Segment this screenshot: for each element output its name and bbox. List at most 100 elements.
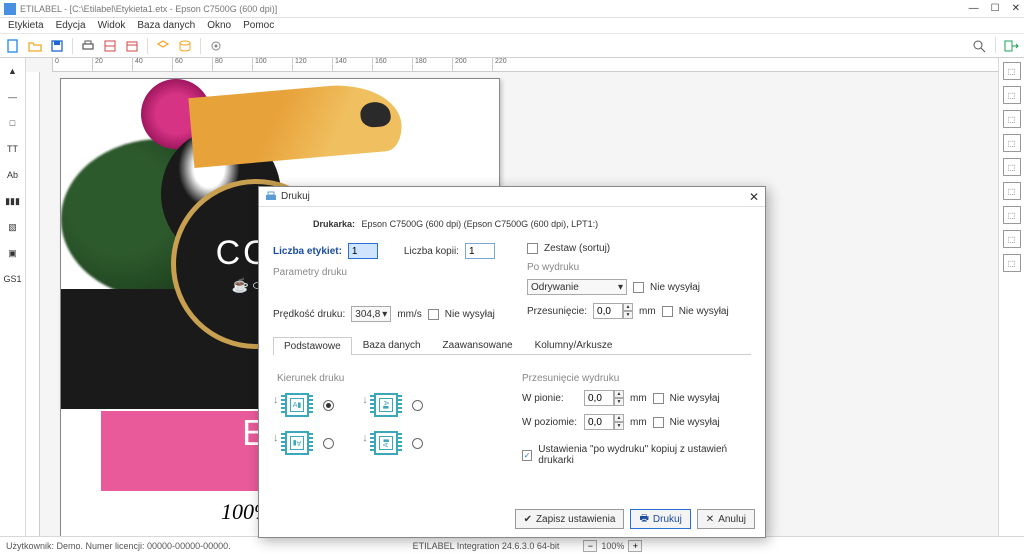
exit-button[interactable] (1002, 37, 1020, 55)
settings-button[interactable] (207, 37, 225, 55)
close-icon: ✕ (706, 514, 714, 525)
zoom-tool-button[interactable] (971, 37, 989, 55)
save-settings-button[interactable]: ✔Zapisz ustawienia (515, 509, 625, 529)
align-right-button[interactable]: ⬚ (1003, 110, 1021, 128)
calendar-button[interactable] (123, 37, 141, 55)
vertical-ruler (26, 72, 40, 536)
copy-settings-label: Ustawienia "po wydruku" kopiuj z ustawie… (538, 444, 747, 466)
print-button[interactable] (79, 37, 97, 55)
menu-okno[interactable]: Okno (207, 20, 231, 31)
align-middle-button[interactable]: ⬚ (1003, 158, 1021, 176)
speed-dont-send-checkbox[interactable] (428, 309, 439, 320)
copies-input[interactable] (465, 243, 495, 259)
distribute-v-button[interactable]: ⬚ (1003, 230, 1021, 248)
printer-value: Epson C7500G (600 dpi) (Epson C7500G (60… (362, 219, 599, 229)
dialog-tabs: Podstawowe Baza danych Zaawansowane Kolu… (273, 336, 751, 355)
close-button[interactable]: ✕ (1012, 3, 1020, 14)
horizontal-ruler: 020406080100120140160180200220 (52, 58, 998, 72)
align-top-button[interactable]: ⬚ (1003, 134, 1021, 152)
speed-label: Prędkość druku: (273, 309, 345, 320)
offset-label: Przesunięcie: (527, 306, 587, 317)
printer-small-icon: 🖶 (639, 511, 648, 528)
align-left-button[interactable]: ⬚ (1003, 62, 1021, 80)
vshift-label: W pionie: (522, 393, 578, 404)
collate-label: Zestaw (sortuj) (544, 243, 610, 254)
after-mode-select[interactable]: Odrywanie▾ (527, 279, 627, 295)
status-user: Użytkownik: Demo. Numer licencji: 00000-… (6, 541, 231, 551)
cancel-button[interactable]: ✕Anuluj (697, 509, 755, 529)
database-button[interactable] (176, 37, 194, 55)
after-dont-send-checkbox[interactable] (633, 282, 644, 293)
collate-checkbox[interactable] (527, 243, 538, 254)
new-file-button[interactable] (4, 37, 22, 55)
label-count-input[interactable] (348, 243, 378, 259)
speed-select[interactable]: 304,8▾ (351, 306, 391, 322)
group-button[interactable]: ⬚ (1003, 254, 1021, 272)
zoom-control: − 100% + (583, 540, 642, 552)
open-file-button[interactable] (26, 37, 44, 55)
zoom-in-button[interactable]: + (628, 540, 642, 552)
text-tool[interactable]: TT (3, 140, 23, 158)
title-bar: ETILABEL - [C:\Etilabel\Etykieta1.etx - … (0, 0, 1024, 18)
save-file-button[interactable] (48, 37, 66, 55)
label-count-label: Liczba etykiet: (273, 246, 342, 257)
select-tool[interactable]: ▲ (3, 62, 23, 80)
params-header: Parametry druku (273, 267, 497, 278)
paragraph-tool[interactable]: Ab (3, 166, 23, 184)
direction-header: Kierunek druku (277, 373, 502, 384)
printer-info: Drukarka: Epson C7500G (600 dpi) (Epson … (313, 219, 751, 229)
printer-icon (265, 191, 277, 203)
shift-header: Przesunięcie wydruku (522, 373, 747, 384)
menu-pomoc[interactable]: Pomoc (243, 20, 274, 31)
direction-radio-1[interactable] (323, 400, 334, 411)
offset-spinner[interactable]: ▲▼ (593, 303, 633, 319)
offset-dont-send-label: Nie wysyłaj (679, 306, 729, 317)
direction-radio-2[interactable] (412, 400, 423, 411)
offset-dont-send-checkbox[interactable] (662, 306, 673, 317)
tab-content: Kierunek druku ↓A▮ ↓A▮ ↓A▮ ↓A▮ Przesunię… (273, 355, 751, 478)
menu-baza-danych[interactable]: Baza danych (137, 20, 195, 31)
direction-icon-4: ↓A▮ (366, 428, 406, 458)
status-app: ETILABEL Integration 24.6.3.0 64-bit (413, 541, 560, 551)
hshift-dont-send-checkbox[interactable] (653, 417, 664, 428)
layers-button[interactable] (154, 37, 172, 55)
tab-kolumny-arkusze[interactable]: Kolumny/Arkusze (524, 336, 624, 354)
image-tool[interactable]: ▧ (3, 218, 23, 236)
direction-icon-2: ↓A▮ (366, 390, 406, 420)
menu-bar: Etykieta Edycja Widok Baza danych Okno P… (0, 18, 1024, 34)
hshift-label: W poziomie: (522, 417, 578, 428)
gs1-tool[interactable]: GS1 (3, 270, 23, 288)
main-toolbar (0, 34, 1024, 58)
line-tool[interactable]: — (3, 88, 23, 106)
minimize-button[interactable]: — (969, 3, 979, 14)
shape-tool[interactable]: ▣ (3, 244, 23, 262)
align-bottom-button[interactable]: ⬚ (1003, 182, 1021, 200)
printer-label: Drukarka: (313, 219, 355, 229)
direction-icon-1: ↓A▮ (277, 390, 317, 420)
toucan-beak-graphic (188, 80, 403, 168)
zoom-out-button[interactable]: − (583, 540, 597, 552)
align-center-button[interactable]: ⬚ (1003, 86, 1021, 104)
maximize-button[interactable]: ☐ (991, 3, 1000, 14)
rect-tool[interactable]: □ (3, 114, 23, 132)
distribute-h-button[interactable]: ⬚ (1003, 206, 1021, 224)
direction-icon-3: ↓A▮ (277, 428, 317, 458)
direction-radio-4[interactable] (412, 438, 423, 449)
tab-baza-danych[interactable]: Baza danych (352, 336, 432, 354)
tab-zaawansowane[interactable]: Zaawansowane (432, 336, 524, 354)
menu-edycja[interactable]: Edycja (56, 20, 86, 31)
menu-etykieta[interactable]: Etykieta (8, 20, 44, 31)
hshift-spinner[interactable]: ▲▼ (584, 414, 624, 430)
direction-radio-3[interactable] (323, 438, 334, 449)
tab-podstawowe[interactable]: Podstawowe (273, 337, 352, 355)
left-toolbox: ▲ — □ TT Ab ▮▮▮ ▧ ▣ GS1 (0, 58, 26, 536)
copy-settings-checkbox[interactable] (522, 450, 532, 461)
print-confirm-button[interactable]: 🖶Drukuj (630, 509, 690, 529)
dialog-close-button[interactable]: ✕ (749, 190, 759, 204)
print-preview-button[interactable] (101, 37, 119, 55)
barcode-tool[interactable]: ▮▮▮ (3, 192, 23, 210)
menu-widok[interactable]: Widok (98, 20, 126, 31)
vshift-dont-send-checkbox[interactable] (653, 393, 664, 404)
vshift-spinner[interactable]: ▲▼ (584, 390, 624, 406)
offset-unit: mm (639, 306, 656, 317)
